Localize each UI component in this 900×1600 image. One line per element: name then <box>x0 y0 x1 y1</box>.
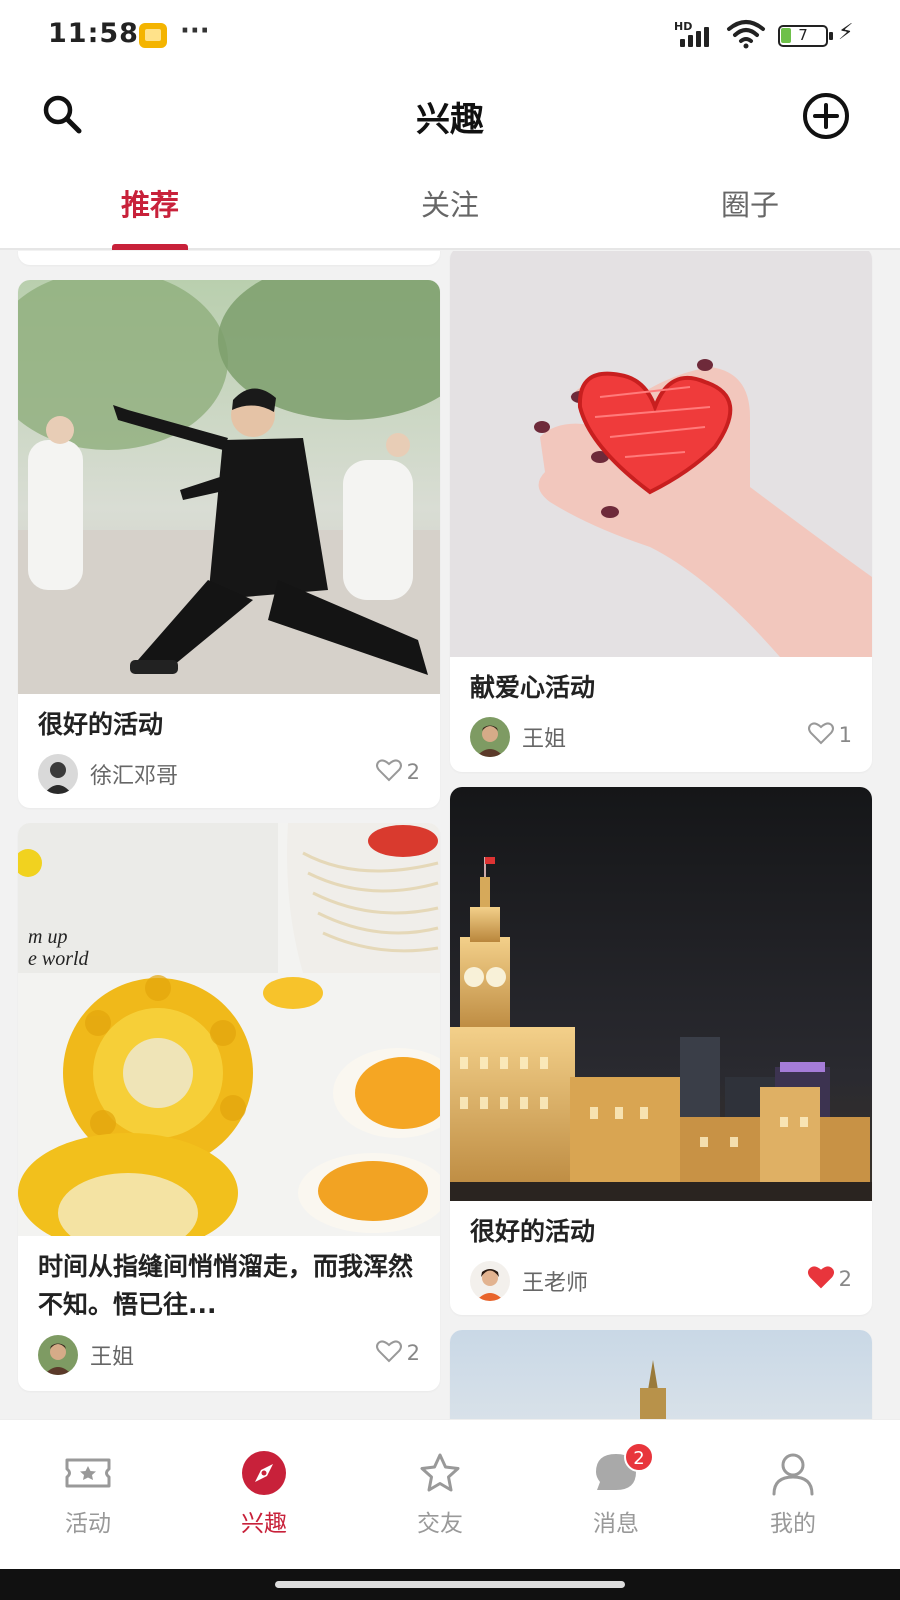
card-title: 很好的活动 <box>38 710 164 739</box>
author-name: 王姐 <box>90 1345 135 1370</box>
nav-label: 消息 <box>593 1511 639 1537</box>
system-nav-area <box>0 1569 900 1600</box>
card-meta: 徐汇邓哥 2 <box>38 754 420 794</box>
tab-bar: 推荐 关注 圈子 <box>0 160 900 250</box>
tab-active-indicator <box>112 244 188 250</box>
tower-photo <box>450 1330 872 1419</box>
tab-following[interactable]: 关注 <box>350 182 550 224</box>
tab-recommended[interactable]: 推荐 <box>50 182 250 224</box>
nav-friends[interactable]: 交友 <box>380 1448 500 1538</box>
feed-card[interactable]: 很好的活动 王老师 2 <box>450 787 872 1315</box>
feed-card-partial[interactable] <box>450 1330 872 1419</box>
nav-label: 活动 <box>65 1511 111 1537</box>
like-count: 2 <box>838 1267 852 1291</box>
nav-label: 兴趣 <box>241 1511 287 1537</box>
svg-text:e world: e world <box>28 948 90 970</box>
star-icon <box>420 1453 460 1492</box>
card-title: 献爱心活动 <box>470 673 596 702</box>
avatar <box>38 754 78 794</box>
nav-label: 我的 <box>770 1511 816 1537</box>
heart-filled-icon <box>807 1266 834 1289</box>
user-icon <box>772 1453 814 1496</box>
tab-circles[interactable]: 圈子 <box>650 182 850 224</box>
avatar <box>38 1335 78 1375</box>
feed-card[interactable]: 很好的活动 徐汇邓哥 2 <box>18 280 440 808</box>
like-count: 2 <box>406 760 420 784</box>
charging-icon: ⚡ <box>838 20 854 45</box>
add-circle-icon[interactable] <box>800 90 852 142</box>
feed-card[interactable]: 献爱心活动 王姐 1 <box>450 251 872 772</box>
ticket-icon <box>65 1458 111 1488</box>
nav-activities[interactable]: 活动 <box>28 1448 148 1538</box>
wifi-icon <box>727 20 765 49</box>
bund-night-photo <box>450 787 872 1201</box>
unread-badge: 2 <box>624 1442 654 1472</box>
gallery-app-icon <box>139 23 167 48</box>
compass-icon <box>242 1451 286 1495</box>
nav-interests[interactable]: 兴趣 <box>204 1448 324 1538</box>
author-name: 徐汇邓哥 <box>90 764 179 789</box>
like-button[interactable]: 2 <box>375 758 420 784</box>
like-count: 1 <box>838 723 852 747</box>
feed-grid[interactable]: 很好的活动 徐汇邓哥 2 献爱心活动 王姐 1 m up e world 时间从… <box>0 251 900 1419</box>
status-time: 11:58 <box>48 18 139 49</box>
nav-label: 交友 <box>417 1511 463 1537</box>
heart-hand-photo <box>450 251 872 657</box>
like-button[interactable]: 2 <box>375 1339 420 1365</box>
card-title: 时间从指缝间悄悄溜走，而我浑然不知。悟已往... <box>38 1252 414 1319</box>
card-meta: 王姐 1 <box>470 717 852 757</box>
like-button[interactable]: 2 <box>807 1265 852 1291</box>
avatar <box>470 1261 510 1301</box>
heart-outline-icon <box>807 722 834 745</box>
author-name: 王姐 <box>522 727 567 752</box>
feed-card[interactable]: m up e world 时间从指缝间悄悄溜走，而我浑然不知。悟已往... 王姐… <box>18 823 440 1391</box>
more-notifications-icon: ··· <box>180 16 210 46</box>
bottom-nav: 活动 兴趣 交友 2 消息 我的 <box>0 1419 900 1569</box>
nav-profile[interactable]: 我的 <box>733 1448 853 1538</box>
heart-outline-icon <box>375 759 402 782</box>
page-title: 兴趣 <box>416 100 484 140</box>
battery-icon: 7 <box>778 25 833 47</box>
like-button[interactable]: 1 <box>807 721 852 747</box>
signal-icon <box>676 25 716 47</box>
top-bar: 兴趣 <box>0 70 900 160</box>
like-count: 2 <box>406 1341 420 1365</box>
author-name: 王老师 <box>522 1271 589 1296</box>
home-indicator[interactable] <box>275 1581 625 1588</box>
feed-card-partial[interactable] <box>18 251 440 265</box>
heart-outline-icon <box>375 1340 402 1363</box>
tai-chi-photo <box>18 280 440 694</box>
card-meta: 王姐 2 <box>38 1335 420 1375</box>
nav-messages[interactable]: 2 消息 <box>556 1442 676 1538</box>
card-title: 很好的活动 <box>470 1217 596 1246</box>
card-meta: 王老师 2 <box>470 1261 852 1301</box>
status-bar: 11:58 ··· HD 7 ⚡ <box>0 0 900 70</box>
svg-text:m up: m up <box>28 926 67 948</box>
avatar <box>470 717 510 757</box>
corn-eggs-photo: m up e world <box>18 823 440 1236</box>
battery-level: 7 <box>798 26 808 44</box>
